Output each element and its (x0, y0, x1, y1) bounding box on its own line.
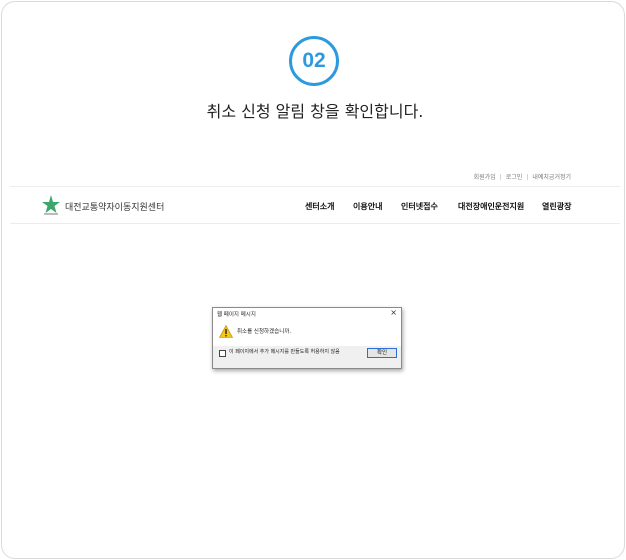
utility-separator: | (499, 174, 502, 181)
close-icon[interactable]: × (390, 308, 397, 317)
dialog-message: 취소를 신청하겠습니까. (237, 329, 292, 335)
dialog-titlebar: 웹 페이지 메시지 × (213, 308, 401, 320)
site-name[interactable]: 대전교통약자이동지원센터 (65, 200, 164, 213)
utility-nav: 회원가입 | 로그인 | 내예치금거정기 (474, 172, 571, 181)
screenshot-frame: 02 취소 신청 알림 창을 확인합니다. 회원가입 | 로그인 | 내예치금거정기 대… (1, 1, 625, 559)
warning-icon (219, 325, 233, 338)
dialog-body: 취소를 신청하겠습니까. (213, 320, 401, 346)
utility-link-deposit[interactable]: 내예치금거정기 (532, 174, 571, 181)
utility-separator: | (526, 174, 529, 181)
suppress-messages-label[interactable]: 이 페이지에서 추가 메시지를 만들도록 허용하지 않음 (229, 349, 355, 356)
alert-dialog: 웹 페이지 메시지 × 취소를 신청하겠습니까. 이 페이지에서 추가 메시지를… (212, 307, 402, 369)
header-divider-top (10, 186, 620, 187)
utility-link-login[interactable]: 로그인 (506, 174, 523, 181)
nav-item-open-plaza[interactable]: 열린광장 (542, 201, 571, 212)
star-logo-icon[interactable] (40, 194, 62, 216)
suppress-messages-checkbox[interactable] (219, 350, 226, 357)
nav-item-center-intro[interactable]: 센터소개 (305, 201, 334, 212)
header-divider-bottom (10, 223, 620, 224)
nav-item-online-apply[interactable]: 인터넷접수 (401, 201, 438, 212)
step-number: 02 (302, 49, 326, 72)
step-number-badge: 02 (289, 36, 339, 86)
nav-item-driving-support[interactable]: 대전장애인운전지원 (458, 201, 524, 212)
dialog-title: 웹 페이지 메시지 (217, 312, 256, 318)
step-title: 취소 신청 알림 창을 확인합니다. (206, 102, 424, 121)
ok-button[interactable]: 확인 (367, 348, 397, 358)
utility-link-signup[interactable]: 회원가입 (474, 174, 496, 181)
nav-item-usage-guide[interactable]: 이용안내 (353, 201, 382, 212)
